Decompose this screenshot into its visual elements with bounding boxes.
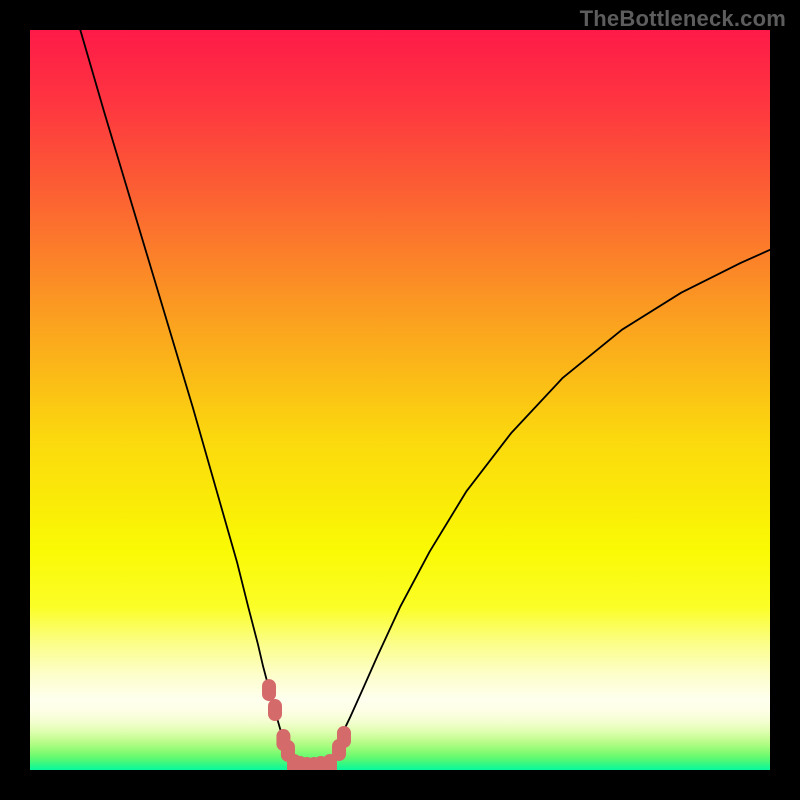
chart-frame: TheBottleneck.com [0, 0, 800, 800]
capsule-marker [262, 679, 276, 701]
watermark-text: TheBottleneck.com [580, 6, 786, 32]
capsule-marker [337, 726, 351, 748]
curve-layer [30, 30, 770, 770]
series-right-branch [330, 250, 770, 765]
plot-area [30, 30, 770, 770]
capsule-marker [268, 699, 282, 721]
series-left-branch [80, 30, 294, 765]
